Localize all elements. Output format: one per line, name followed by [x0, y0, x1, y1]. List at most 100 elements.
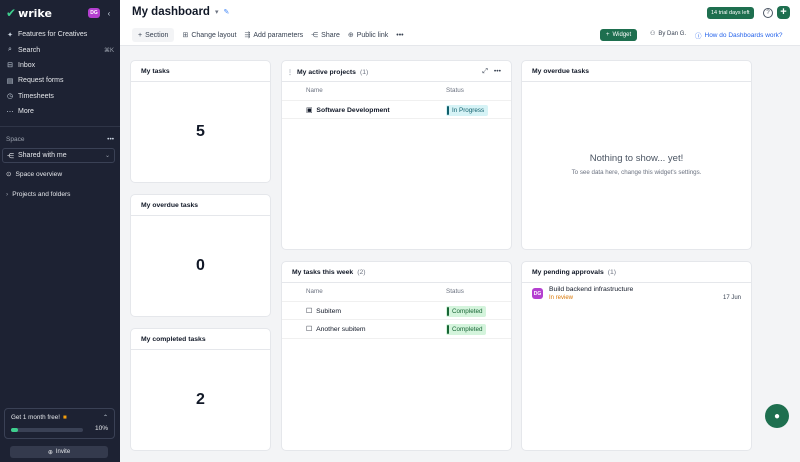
- column-header-status[interactable]: Status: [446, 87, 464, 94]
- approval-title: Build backend infrastructure: [549, 286, 634, 293]
- column-header-name[interactable]: Name: [306, 288, 323, 295]
- my-tasks-count[interactable]: 5: [131, 123, 270, 141]
- widget-my-tasks-this-week: My tasks this week (2) Name Status ☐ Sub…: [281, 261, 512, 451]
- chevron-up-icon[interactable]: ⌃: [103, 414, 108, 421]
- task-name: Subitem: [316, 307, 342, 315]
- promo-percent: 10%: [94, 425, 108, 432]
- widget-title: My tasks this week: [292, 269, 354, 276]
- widget-my-tasks: My tasks 5: [130, 60, 271, 183]
- overdue-count[interactable]: 0: [131, 257, 270, 275]
- row-name: ☐ Subitem: [306, 307, 342, 316]
- sidebar-nav: ✦ Features for Creatives ⌕ Search ⌘K ⊟ I…: [0, 27, 120, 119]
- sidebar-top: ✔ wrike DG ‹: [6, 6, 114, 20]
- trial-badge[interactable]: 14 trial days left: [707, 7, 754, 19]
- drag-handle-icon[interactable]: ⋮: [287, 69, 293, 76]
- status-badge[interactable]: Completed: [446, 306, 487, 317]
- widget-more-icon[interactable]: •••: [494, 68, 501, 76]
- public-link-label: Public link: [356, 31, 389, 39]
- chevron-down-icon: ⌄: [104, 153, 110, 159]
- table-row[interactable]: ☐ Another subitem Completed: [282, 320, 511, 339]
- sidebar-item-label: Timesheets: [18, 92, 54, 100]
- pin-icon[interactable]: ✎: [223, 8, 229, 16]
- filter-icon: ⇶: [244, 32, 251, 39]
- sidebar-item-timesheets[interactable]: ◷ Timesheets: [0, 89, 120, 104]
- widget-header: My tasks this week (2): [292, 269, 501, 276]
- collapse-sidebar-icon[interactable]: ‹: [104, 9, 114, 18]
- column-header-status[interactable]: Status: [446, 288, 464, 295]
- approval-avatar: DG: [532, 288, 543, 299]
- space-header: Space •••: [6, 136, 114, 143]
- overview-icon: ⊙: [6, 171, 12, 178]
- widget-label: Widget: [612, 32, 632, 38]
- toolbar-more-icon[interactable]: •••: [396, 32, 403, 39]
- change-layout-button[interactable]: ⊞ Change layout: [182, 31, 236, 40]
- author-label: By Dan G.: [658, 30, 687, 37]
- wrike-logo[interactable]: ✔ wrike: [6, 6, 52, 20]
- chat-button[interactable]: ●: [765, 404, 789, 428]
- invite-button[interactable]: ⊕ Invite: [10, 446, 108, 458]
- more-icon: ⋯: [6, 108, 14, 116]
- space-selector[interactable]: ⋲ Shared with me ⌄: [2, 148, 115, 163]
- column-header-name[interactable]: Name: [306, 87, 323, 94]
- dashboard-header: My dashboard ▾ ✎ 14 trial days left ? + …: [120, 0, 800, 46]
- completed-count[interactable]: 2: [131, 391, 270, 409]
- table-row[interactable]: ☐ Subitem Completed: [282, 301, 511, 320]
- expand-icon[interactable]: ⤢: [482, 68, 487, 76]
- widget-count: (1): [359, 68, 369, 76]
- chevron-down-icon[interactable]: ▾: [215, 8, 219, 16]
- table-row[interactable]: ▣ Software Development In Progress: [282, 100, 511, 119]
- add-button[interactable]: +: [777, 6, 790, 19]
- sidebar-item-label: Projects and folders: [12, 190, 71, 198]
- status-badge[interactable]: Completed: [446, 324, 487, 335]
- widget-header: My completed tasks: [141, 336, 260, 343]
- help-link[interactable]: ⓘ How do Dashboards work?: [695, 30, 783, 41]
- add-parameters-button[interactable]: ⇶ Add parameters: [244, 31, 303, 40]
- help-circle-icon: ⓘ: [695, 33, 702, 40]
- sidebar-item-space-overview[interactable]: ⊙ Space overview: [0, 167, 120, 181]
- space-more-icon[interactable]: •••: [107, 136, 114, 143]
- project-name: Software Development: [316, 106, 390, 114]
- empty-state-subtitle: To see data here, change this widget's s…: [571, 169, 702, 176]
- logo-check-icon: ✔: [6, 6, 17, 20]
- widget-separator: [282, 282, 511, 283]
- search-shortcut: ⌘K: [103, 47, 114, 54]
- promo-title: Get 1 month free!: [11, 414, 61, 421]
- widget-header: My tasks: [141, 68, 260, 75]
- share-label: Share: [321, 31, 340, 39]
- sidebar-item-request-forms[interactable]: ▤ Request forms: [0, 73, 120, 88]
- sidebar-item-label: More: [18, 108, 34, 116]
- widget-title: My tasks: [141, 68, 170, 75]
- invite-label: Invite: [55, 449, 71, 455]
- add-user-icon: ⊕: [47, 449, 53, 456]
- timesheet-icon: ◷: [6, 93, 14, 101]
- promo-progress-bar: [11, 428, 83, 432]
- user-avatar[interactable]: DG: [88, 8, 100, 18]
- sidebar-item-projects-folders[interactable]: › Projects and folders: [0, 187, 120, 201]
- status-badge[interactable]: In Progress: [446, 105, 489, 116]
- sidebar-item-search[interactable]: ⌕ Search ⌘K: [0, 42, 120, 57]
- add-widget-button[interactable]: + Widget: [600, 29, 638, 41]
- task-icon: ☐: [306, 308, 313, 315]
- sidebar-item-label: Inbox: [18, 61, 36, 69]
- widget-count: (1): [607, 269, 617, 276]
- widget-my-active-projects: ⋮ My active projects (1) ⤢ ••• Name Stat…: [281, 60, 512, 250]
- widget-separator: [522, 282, 751, 283]
- share-button[interactable]: ⋲ Share: [311, 31, 340, 40]
- approval-item[interactable]: DG Build backend infrastructure In revie…: [532, 286, 741, 306]
- help-icon[interactable]: ?: [763, 8, 773, 18]
- chevron-right-icon: ›: [6, 190, 9, 198]
- sidebar-item-features[interactable]: ✦ Features for Creatives: [0, 27, 120, 42]
- widget-my-completed-tasks: My completed tasks 2: [130, 328, 271, 451]
- sidebar-item-inbox[interactable]: ⊟ Inbox: [0, 58, 120, 73]
- task-icon: ☐: [306, 326, 313, 333]
- widget-separator: [522, 81, 751, 82]
- public-link-button[interactable]: ⊕ Public link: [348, 31, 389, 40]
- sidebar-item-label: Request forms: [18, 77, 64, 85]
- add-section-button[interactable]: + Section: [132, 28, 175, 42]
- sidebar: ✔ wrike DG ‹ ✦ Features for Creatives ⌕ …: [0, 0, 120, 462]
- sidebar-item-more[interactable]: ⋯ More: [0, 104, 120, 119]
- widget-header: My pending approvals (1): [532, 269, 741, 276]
- page-title[interactable]: My dashboard: [132, 6, 210, 18]
- widget-title: My active projects: [297, 68, 356, 76]
- promo-card[interactable]: Get 1 month free! ■ ⌃ 10%: [4, 408, 115, 439]
